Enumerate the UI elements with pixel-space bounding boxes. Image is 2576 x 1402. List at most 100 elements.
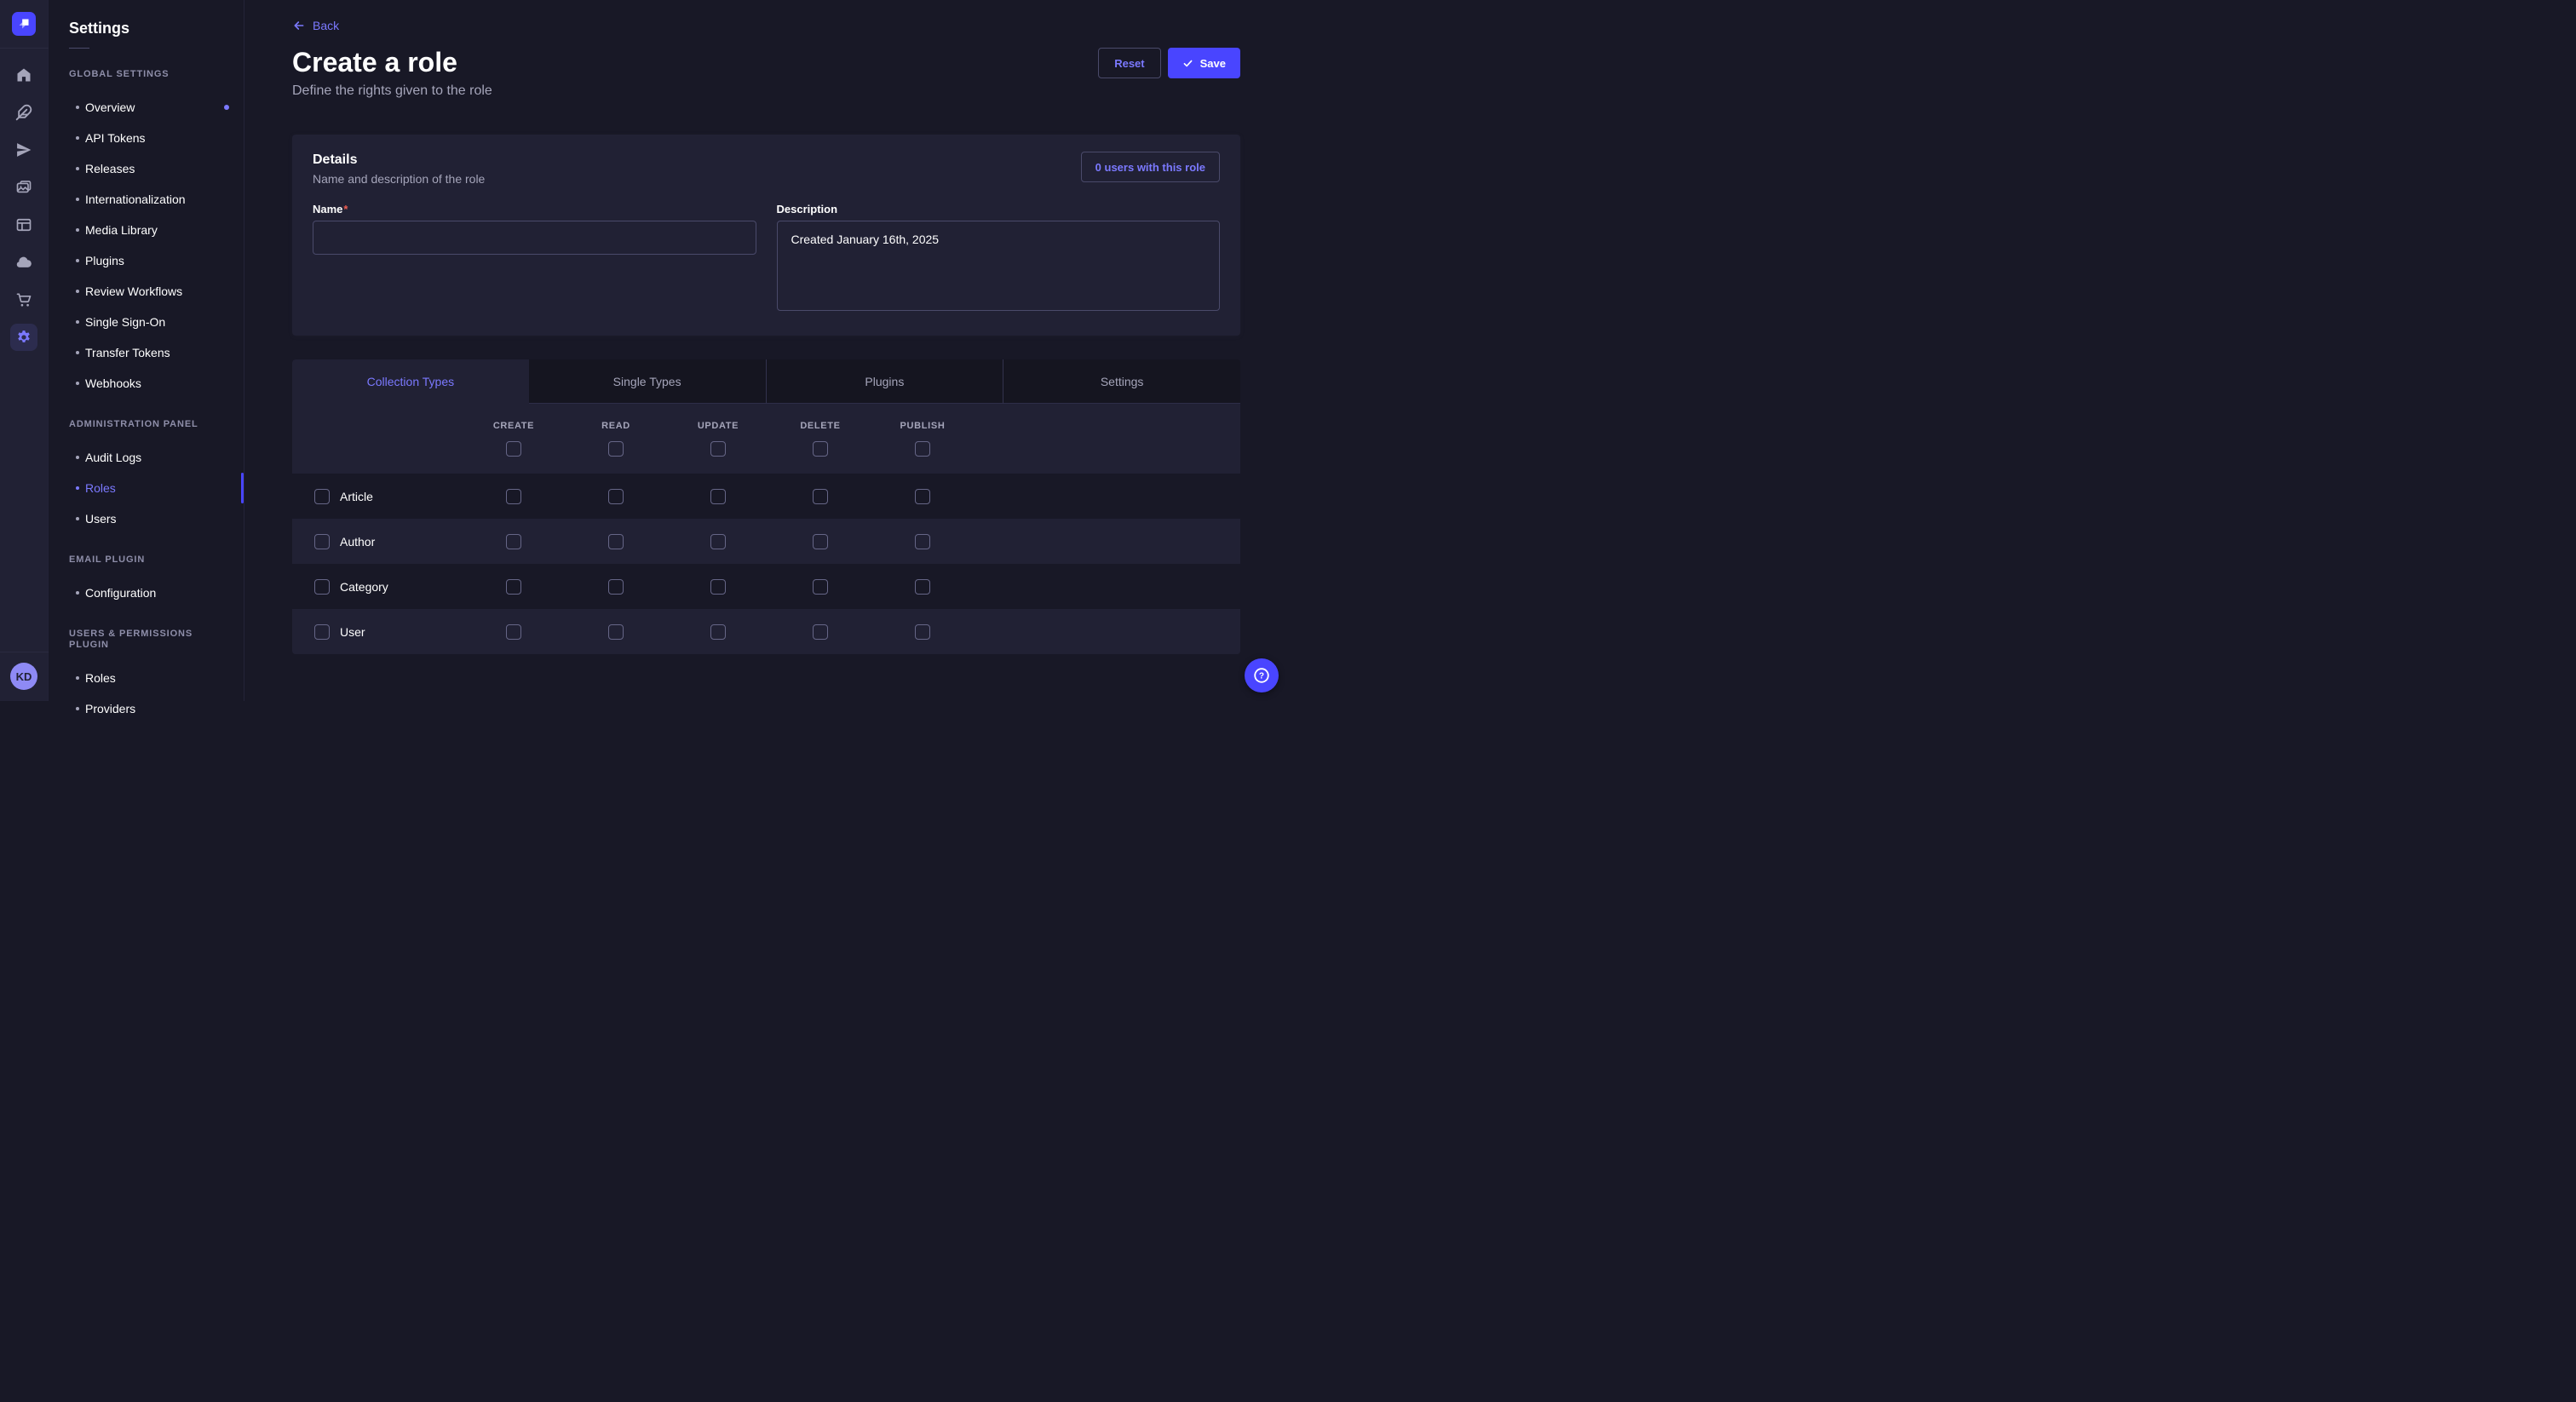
author-publish-checkbox[interactable] [915, 534, 930, 549]
reset-button[interactable]: Reset [1098, 48, 1160, 78]
permissions-tab-bar: Collection Types Single Types Plugins Se… [292, 359, 1240, 404]
bullet-icon [76, 198, 79, 201]
tab-collection-types[interactable]: Collection Types [292, 359, 529, 404]
notification-dot [224, 105, 229, 110]
section-global-settings: GLOBAL SETTINGS [69, 69, 223, 80]
article-publish-checkbox[interactable] [915, 489, 930, 504]
article-read-checkbox[interactable] [608, 489, 624, 504]
question-mark-icon: ? [1252, 666, 1271, 685]
page-subtitle: Define the rights given to the role [292, 83, 492, 99]
strapi-settings-screen: KD Settings GLOBAL SETTINGS Overview API… [0, 0, 1288, 701]
column-header-delete: DELETE [769, 421, 871, 431]
author-read-checkbox[interactable] [608, 534, 624, 549]
permissions-card: Collection Types Single Types Plugins Se… [292, 359, 1240, 654]
user-update-checkbox[interactable] [710, 624, 726, 640]
tab-single-types[interactable]: Single Types [529, 359, 766, 404]
content-manager-icon[interactable] [0, 206, 49, 244]
row-label: User [340, 625, 365, 639]
bullet-icon [76, 320, 79, 324]
bullet-icon [76, 351, 79, 354]
bullet-icon [76, 517, 79, 520]
user-delete-checkbox[interactable] [813, 624, 828, 640]
section-email-plugin: EMAIL PLUGIN [69, 554, 223, 566]
row-label: Author [340, 535, 375, 549]
sidebar-item-internationalization[interactable]: Internationalization [49, 184, 244, 215]
article-update-checkbox[interactable] [710, 489, 726, 504]
sidebar-item-providers[interactable]: Providers [49, 693, 244, 724]
row-label: Article [340, 490, 373, 503]
sidebar-item-configuration[interactable]: Configuration [49, 577, 244, 608]
category-read-checkbox[interactable] [608, 579, 624, 595]
sidebar-item-api-tokens[interactable]: API Tokens [49, 123, 244, 153]
bullet-icon [76, 259, 79, 262]
administration-panel-list: Audit Logs Roles Users [49, 442, 244, 534]
select-all-create-checkbox[interactable] [506, 441, 521, 457]
sidebar-item-media-library[interactable]: Media Library [49, 215, 244, 245]
column-header-create: CREATE [463, 421, 565, 431]
feather-icon[interactable] [0, 94, 49, 131]
check-icon [1182, 58, 1193, 69]
bullet-icon [76, 456, 79, 459]
select-all-read-checkbox[interactable] [608, 441, 624, 457]
home-icon[interactable] [0, 56, 49, 94]
required-asterisk: * [343, 203, 348, 215]
article-create-checkbox[interactable] [506, 489, 521, 504]
select-all-publish-checkbox[interactable] [915, 441, 930, 457]
sidebar-item-single-sign-on[interactable]: Single Sign-On [49, 307, 244, 337]
author-update-checkbox[interactable] [710, 534, 726, 549]
bullet-icon [76, 167, 79, 170]
sidebar-item-users[interactable]: Users [49, 503, 244, 534]
save-button[interactable]: Save [1168, 48, 1240, 78]
author-delete-checkbox[interactable] [813, 534, 828, 549]
marketplace-cart-icon[interactable] [0, 281, 49, 319]
category-update-checkbox[interactable] [710, 579, 726, 595]
select-all-update-checkbox[interactable] [710, 441, 726, 457]
description-label: Description [777, 203, 1221, 215]
tab-plugins[interactable]: Plugins [766, 359, 1003, 404]
column-header-publish: PUBLISH [871, 421, 974, 431]
row-label: Category [340, 580, 388, 594]
sidebar-item-webhooks[interactable]: Webhooks [49, 368, 244, 399]
sidebar-item-transfer-tokens[interactable]: Transfer Tokens [49, 337, 244, 368]
author-row-checkbox[interactable] [314, 534, 330, 549]
role-name-input[interactable] [313, 221, 756, 255]
select-all-delete-checkbox[interactable] [813, 441, 828, 457]
user-avatar[interactable]: KD [10, 663, 37, 690]
table-row-category: Category [292, 564, 1240, 609]
author-create-checkbox[interactable] [506, 534, 521, 549]
name-label: Name* [313, 203, 756, 215]
paper-plane-icon[interactable] [0, 131, 49, 169]
tab-settings[interactable]: Settings [1003, 359, 1240, 404]
user-create-checkbox[interactable] [506, 624, 521, 640]
sidebar-item-up-roles[interactable]: Roles [49, 663, 244, 693]
user-publish-checkbox[interactable] [915, 624, 930, 640]
role-description-textarea[interactable]: Created January 16th, 2025 [777, 221, 1221, 311]
media-library-icon[interactable] [0, 169, 49, 206]
back-link[interactable]: Back [292, 19, 339, 32]
user-row-checkbox[interactable] [314, 624, 330, 640]
sidebar-item-review-workflows[interactable]: Review Workflows [49, 276, 244, 307]
rail-divider [0, 48, 49, 49]
strapi-logo-mark [14, 14, 33, 33]
sidebar-title: Settings [49, 17, 244, 39]
category-delete-checkbox[interactable] [813, 579, 828, 595]
settings-gear-icon[interactable] [0, 319, 49, 356]
details-title: Details [313, 152, 485, 169]
article-delete-checkbox[interactable] [813, 489, 828, 504]
sidebar-item-releases[interactable]: Releases [49, 153, 244, 184]
sidebar-item-overview[interactable]: Overview [49, 92, 244, 123]
strapi-logo[interactable] [12, 12, 36, 36]
users-with-role-button[interactable]: 0 users with this role [1081, 152, 1220, 182]
user-read-checkbox[interactable] [608, 624, 624, 640]
active-item-indicator [241, 473, 244, 503]
category-row-checkbox[interactable] [314, 579, 330, 595]
sidebar-item-plugins[interactable]: Plugins [49, 245, 244, 276]
category-publish-checkbox[interactable] [915, 579, 930, 595]
sidebar-item-audit-logs[interactable]: Audit Logs [49, 442, 244, 473]
sidebar-item-roles-active[interactable]: Roles [49, 473, 244, 503]
article-row-checkbox[interactable] [314, 489, 330, 504]
cloud-icon[interactable] [0, 244, 49, 281]
help-button[interactable]: ? [1245, 658, 1279, 692]
arrow-left-icon [292, 19, 306, 32]
category-create-checkbox[interactable] [506, 579, 521, 595]
